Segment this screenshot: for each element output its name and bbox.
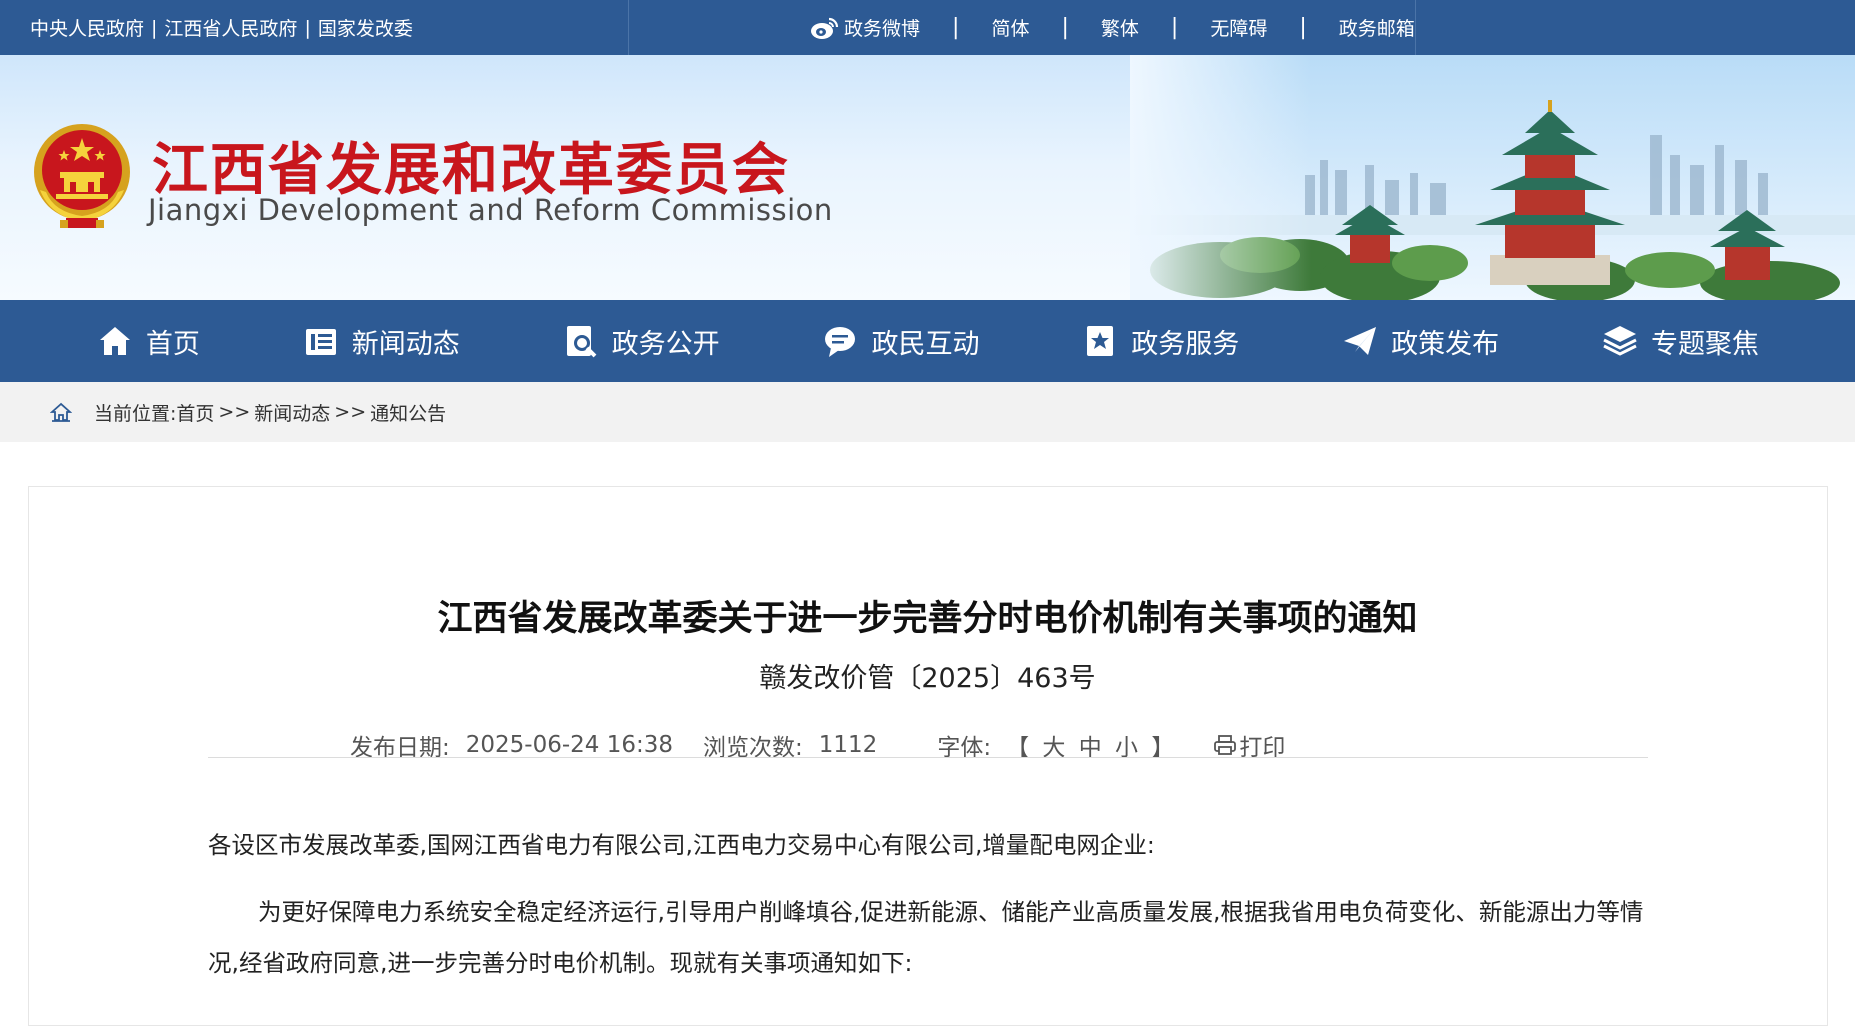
nav-item-services[interactable]: 政务服务	[1081, 322, 1239, 361]
breadcrumb-notices[interactable]: 通知公告	[370, 399, 446, 426]
mailbox-link[interactable]: 政务邮箱	[1339, 14, 1415, 41]
document-number: 赣发改价管〔2025〕463号	[759, 663, 1096, 694]
star-doc-icon	[1087, 326, 1114, 356]
layers-icon	[1603, 326, 1637, 356]
nav-item-interaction[interactable]: 政民互动	[821, 322, 979, 361]
nav-item-gov-open[interactable]: 政务公开	[562, 322, 720, 361]
simplified-link[interactable]: 简体	[991, 14, 1029, 41]
org-name-en: Jiangxi Development and Reform Commissio…	[148, 193, 833, 227]
link-jiangxi-gov[interactable]: 江西省人民政府	[164, 14, 297, 41]
nav-label: 政民互动	[871, 328, 980, 360]
link-central-gov[interactable]: 中央人民政府	[30, 14, 144, 41]
meta-divider	[208, 757, 1648, 758]
article-title: 江西省发展改革委关于进一步完善分时电价机制有关事项的通知	[437, 599, 1418, 639]
nav-label: 政务服务	[1131, 328, 1240, 360]
top-links: 中央人民政府 | 江西省人民政府 | 国家发改委	[30, 0, 413, 55]
article-paragraph: 为更好保障电力系统安全稳定经济运行,引导用户削峰填谷,促进新能源、储能产业高质量…	[208, 898, 1644, 977]
header-banner: 江西省发展和改革委员会 Jiangxi Development and Refo…	[0, 55, 1855, 300]
pavilion-skyline-illustration	[1130, 55, 1855, 300]
nav-label: 新闻动态	[351, 328, 460, 360]
nav-label: 政策发布	[1391, 328, 1500, 360]
breadcrumb: 当前位置: 首页 >> 新闻动态 >> 通知公告	[0, 382, 1855, 442]
nav-label: 专题聚焦	[1650, 328, 1759, 360]
separator: |	[151, 16, 158, 39]
publish-date: 2025-06-24 16:38	[465, 732, 674, 758]
weibo-link[interactable]: 政务微博	[810, 14, 920, 41]
article-greeting: 各设区市发展改革委,国网江西省电力有限公司,江西电力交易中心有限公司,增量配电网…	[208, 831, 1155, 859]
separator: |	[1170, 15, 1179, 40]
topbar-divider	[1415, 0, 1416, 55]
view-count: 1112	[818, 732, 878, 758]
paper-plane-icon	[1344, 327, 1377, 355]
breadcrumb-home[interactable]: 首页	[176, 399, 214, 426]
search-doc-icon	[566, 326, 597, 358]
breadcrumb-separator: >>	[218, 401, 251, 423]
chat-icon	[825, 327, 856, 357]
nav-label: 政务公开	[611, 328, 720, 360]
top-tools: 政务微博 | 简体 | 繁体 | 无障碍 | 政务邮箱	[810, 0, 1415, 55]
nav-item-topics[interactable]: 专题聚焦	[1601, 322, 1759, 361]
topbar-divider	[628, 0, 629, 55]
separator: |	[304, 16, 311, 39]
weibo-icon	[811, 17, 839, 39]
breadcrumb-prefix: 当前位置:	[94, 402, 177, 425]
weibo-label: 政务微博	[844, 18, 921, 40]
national-emblem-icon[interactable]	[30, 120, 134, 230]
main-nav: 首页 新闻动态 政务公开 政民互动 政务服务 政策发布 专题聚焦	[0, 300, 1855, 382]
accessibility-link[interactable]: 无障碍	[1210, 14, 1267, 41]
traditional-link[interactable]: 繁体	[1101, 14, 1139, 41]
nav-item-news[interactable]: 新闻动态	[302, 322, 460, 361]
breadcrumb-separator: >>	[334, 401, 367, 423]
separator: |	[1061, 15, 1069, 40]
separator: |	[952, 15, 960, 40]
nav-label: 首页	[145, 328, 200, 360]
separator: |	[1299, 15, 1307, 40]
top-bar: 中央人民政府 | 江西省人民政府 | 国家发改委 政务微博 | 简体 | 繁体 …	[0, 0, 1855, 55]
nav-item-home[interactable]: 首页	[96, 322, 200, 361]
link-ndrc[interactable]: 国家发改委	[318, 14, 413, 41]
news-icon	[305, 329, 336, 355]
home-icon	[50, 402, 72, 422]
nav-item-policy[interactable]: 政策发布	[1341, 322, 1499, 361]
printer-icon	[1214, 735, 1237, 755]
breadcrumb-news[interactable]: 新闻动态	[254, 399, 330, 426]
home-icon	[99, 327, 130, 355]
